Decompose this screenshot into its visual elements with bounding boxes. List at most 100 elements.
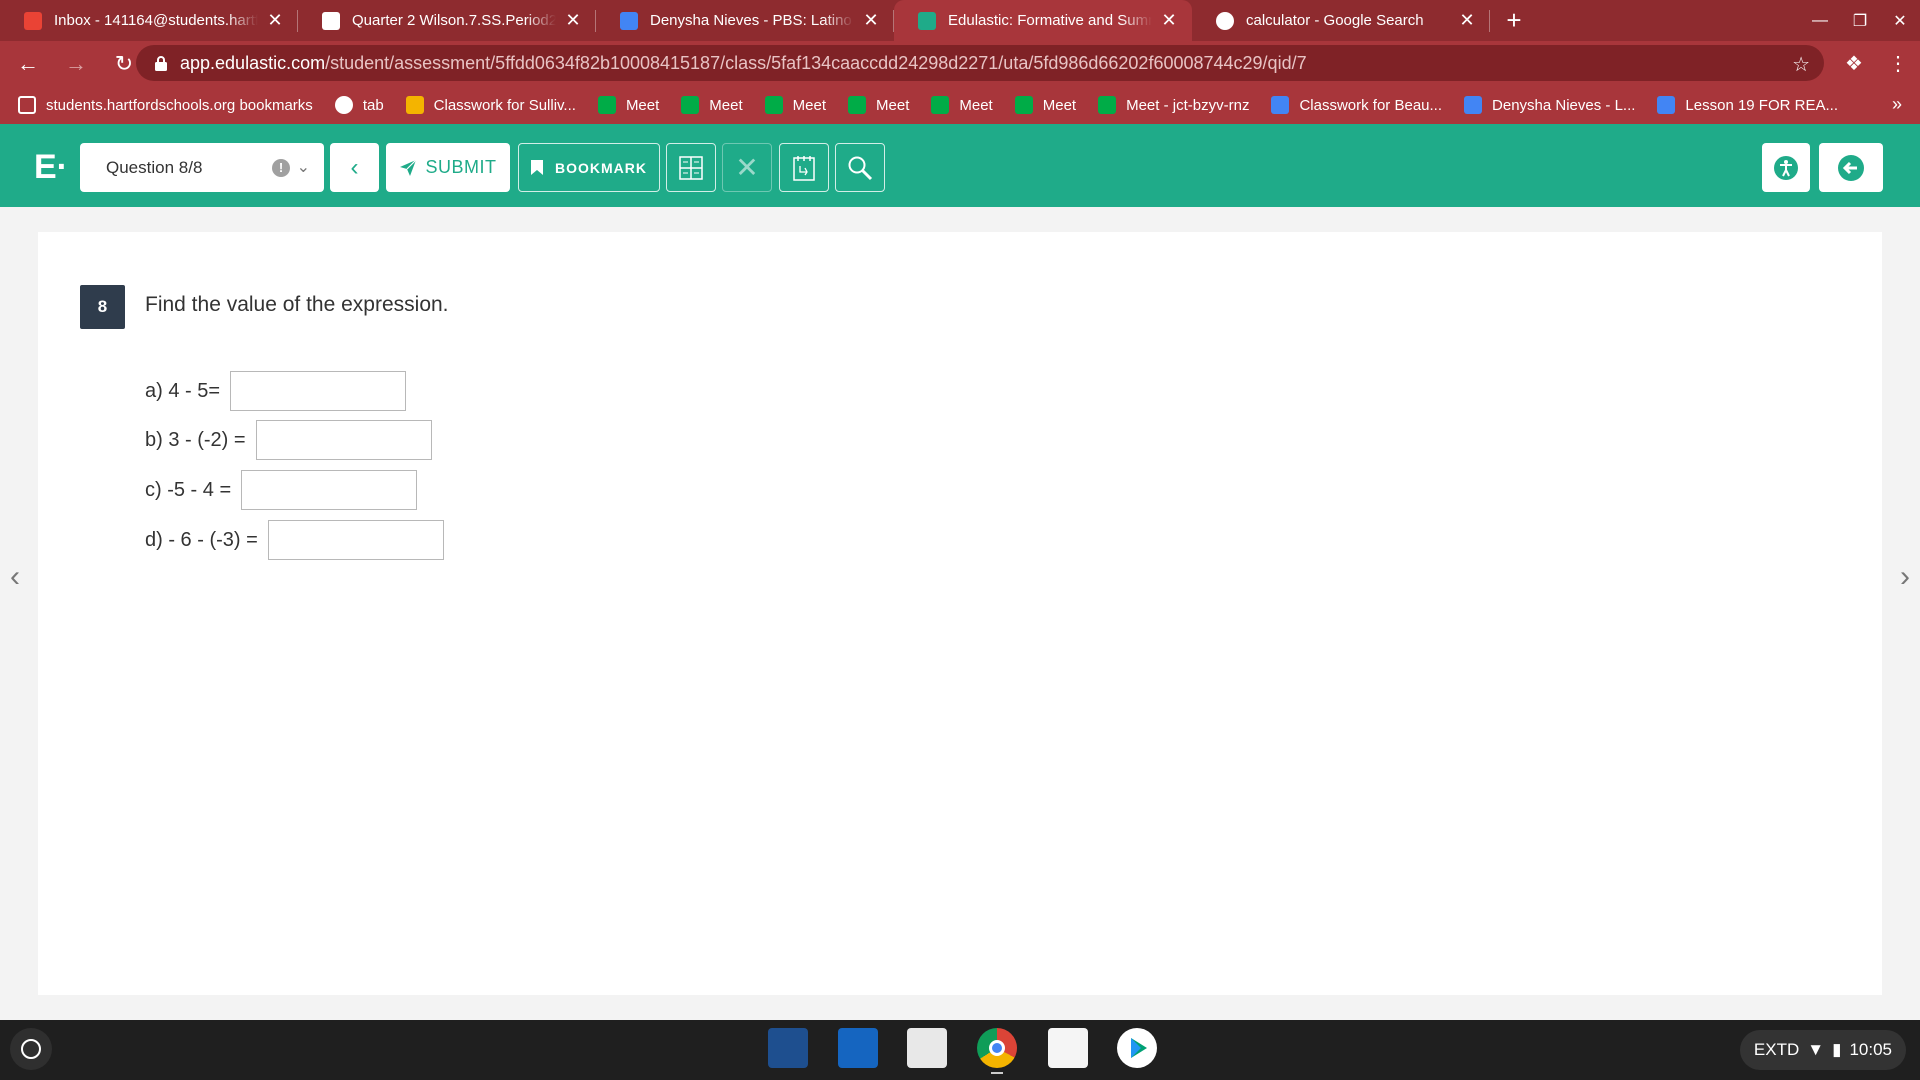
bookmark-label: Lesson 19 FOR REA... (1685, 96, 1838, 114)
bookmark-item[interactable]: Meet (848, 96, 909, 114)
chrome-icon[interactable] (977, 1028, 1017, 1068)
bookmark-item[interactable]: Meet (1014, 96, 1077, 114)
tab-close-icon[interactable]: ✕ (266, 10, 284, 30)
bookmark-item[interactable]: Meet - jct-bzyv-rnz (1098, 96, 1249, 114)
bookmark-button[interactable]: BOOKMARK (518, 143, 660, 192)
lock-icon (155, 56, 167, 71)
display-mode-label: EXTD (1753, 1040, 1800, 1059)
edulastic-logo: E· (34, 148, 68, 186)
bookmarks-overflow-icon[interactable]: » (1892, 94, 1902, 115)
bookmark-label: Meet (625, 96, 660, 114)
bookmark-item[interactable]: Meet (931, 96, 993, 114)
browser-tab[interactable]: Inbox - 141164@students.hartfordschools.… (0, 0, 298, 41)
warning-icon: ! (272, 159, 290, 177)
bookmark-label: Classwork for Sulliv... (433, 96, 576, 114)
window-controls: — ❐ ✕ (1800, 0, 1920, 41)
clear-button[interactable]: ✕ (722, 143, 772, 192)
browser-tab[interactable]: Denysha Nieves - PBS: Latino Experience ✕ (596, 0, 894, 41)
magnifier-button[interactable] (835, 143, 885, 192)
meet-icon (1014, 96, 1033, 114)
previous-arrow-icon[interactable]: ‹ (10, 560, 20, 594)
question-prompt: Find the value of the expression. (145, 293, 449, 316)
tab-title: Inbox - 141164@students.hartfordschools.… (54, 12, 258, 29)
tab-close-icon[interactable]: ✕ (862, 10, 880, 30)
exit-arrow-icon (1838, 154, 1864, 181)
bookmark-label: Classwork for Beau... (1299, 96, 1443, 114)
back-icon[interactable]: ← (8, 44, 48, 84)
address-bar[interactable]: app.edulastic.com/student/assessment/5ff… (136, 45, 1824, 81)
answer-input-c[interactable] (241, 470, 418, 510)
accessibility-icon (1774, 155, 1798, 180)
tab-title: Denysha Nieves - PBS: Latino Experience (650, 12, 854, 29)
answer-input-b[interactable] (255, 420, 432, 460)
bookmark-label: Meet (1042, 96, 1077, 114)
assessment-header: E· Question 8/8 ! ⌄ ‹ SUBMIT BOOKMARK ✕ (0, 124, 1920, 207)
bookmark-item[interactable]: Denysha Nieves - L... (1464, 96, 1635, 114)
app-icon-1[interactable] (768, 1028, 808, 1068)
bookmark-item[interactable]: Classwork for Sulliv... (405, 96, 576, 114)
answer-input-d[interactable] (267, 520, 444, 560)
tab-close-icon[interactable]: ✕ (1160, 10, 1178, 30)
bookmark-label: BOOKMARK (555, 159, 647, 176)
edulastic-icon (918, 11, 936, 30)
close-window-icon[interactable]: ✕ (1880, 11, 1920, 31)
scratchpad-button[interactable] (779, 143, 829, 192)
bookmark-label: Denysha Nieves - L... (1492, 96, 1636, 114)
submit-button[interactable]: SUBMIT (386, 143, 510, 192)
bookmark-item[interactable]: Meet (681, 96, 743, 114)
submit-label: SUBMIT (425, 157, 497, 177)
bookmark-star-icon[interactable]: ☆ (1792, 52, 1810, 77)
google-icon (1216, 11, 1234, 30)
bookmark-icon (531, 160, 543, 175)
classroom-icon (1657, 96, 1676, 114)
new-tab-button[interactable]: + (1494, 0, 1534, 41)
answer-input-a[interactable] (230, 371, 407, 411)
globe-icon (334, 96, 353, 114)
next-arrow-icon[interactable]: › (1900, 560, 1910, 594)
tab-title: Edulastic: Formative and Summative (948, 12, 1152, 29)
typingclub-icon[interactable] (838, 1028, 878, 1068)
battery-icon: ▮ (1832, 1040, 1842, 1059)
browser-tab[interactable]: Quarter 2 Wilson.7.SS.Period2.7B ✕ (298, 0, 596, 41)
tab-title: calculator - Google Search (1246, 12, 1424, 29)
question-selector[interactable]: Question 8/8 ! ⌄ (80, 143, 324, 192)
bookmark-item[interactable]: tab (334, 96, 384, 114)
play-store-icon[interactable] (1117, 1028, 1157, 1068)
meet-icon (848, 96, 867, 114)
accessibility-button[interactable] (1762, 143, 1810, 192)
folder-icon (18, 96, 36, 114)
menu-icon[interactable]: ⋮ (1876, 51, 1920, 76)
restore-icon[interactable]: ❐ (1840, 11, 1880, 31)
exit-button[interactable] (1819, 143, 1883, 192)
browser-toolbar: ← → ↻ app.edulastic.com/student/assessme… (0, 41, 1920, 86)
bookmark-item[interactable]: Meet (597, 96, 660, 114)
bookmark-item[interactable]: Meet (764, 96, 826, 114)
launcher-button[interactable] (10, 1028, 52, 1070)
minimize-icon[interactable]: — (1800, 12, 1840, 30)
answer-row-c: c) -5 - 4 = (145, 470, 418, 510)
tab-close-icon[interactable]: ✕ (1458, 10, 1476, 30)
browser-tab[interactable]: Edulastic: Formative and Summative ✕ (894, 0, 1192, 41)
status-tray[interactable]: EXTD ▼ ▮ 10:05 (1739, 1030, 1906, 1070)
bookmark-label: tab (362, 96, 384, 114)
bookmark-item[interactable]: students.hartfordschools.org bookmarks (18, 96, 313, 114)
answer-eliminator-button[interactable] (666, 143, 716, 192)
forward-icon[interactable]: → (56, 44, 96, 84)
answer-row-b: b) 3 - (-2) = (145, 420, 432, 460)
url-path: /student/assessment/5ffdd0634f82b1000841… (325, 52, 1307, 73)
previous-question-button[interactable]: ‹ (330, 143, 379, 192)
play-triangle (1131, 1038, 1147, 1058)
url-host: app.edulastic.com (180, 52, 326, 73)
penguin-app-icon[interactable] (907, 1028, 947, 1068)
wifi-icon: ▼ (1807, 1040, 1825, 1059)
bookmark-item[interactable]: Lesson 19 FOR REA... (1657, 96, 1838, 114)
browser-tab[interactable]: calculator - Google Search ✕ (1192, 0, 1490, 41)
powerschool-icon[interactable] (1048, 1028, 1088, 1068)
bookmark-item[interactable]: Classwork for Beau... (1271, 96, 1442, 114)
extensions-icon[interactable]: ❖ (1832, 51, 1876, 76)
chrome-center (989, 1040, 1005, 1056)
tab-list: Inbox - 141164@students.hartfordschools.… (0, 0, 1490, 41)
part-a-label: a) 4 - 5= (145, 379, 221, 402)
tab-title: Quarter 2 Wilson.7.SS.Period2.7B (352, 12, 556, 29)
tab-close-icon[interactable]: ✕ (564, 10, 582, 30)
